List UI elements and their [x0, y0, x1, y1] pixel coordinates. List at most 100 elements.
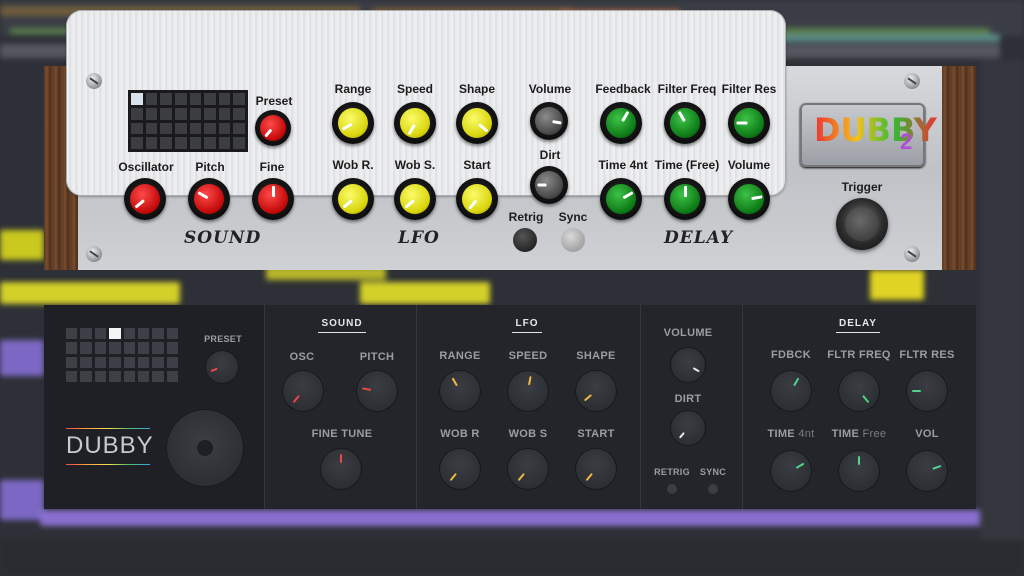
preset-cell[interactable] — [189, 107, 202, 120]
preset-cell[interactable] — [152, 356, 164, 368]
preset-cell[interactable] — [152, 342, 164, 354]
preset-cell[interactable] — [218, 137, 231, 149]
preset-cell[interactable] — [160, 137, 172, 149]
vol-knob-flat[interactable] — [906, 450, 948, 492]
start-knob[interactable] — [456, 178, 498, 220]
preset-cell[interactable] — [109, 342, 121, 354]
pitch-knob[interactable] — [188, 178, 230, 220]
preset-cell[interactable] — [66, 356, 78, 368]
preset-grid-flat[interactable] — [66, 328, 178, 382]
preset-cell[interactable] — [80, 370, 92, 382]
preset-cell[interactable] — [174, 93, 187, 105]
preset-cell[interactable] — [123, 356, 135, 368]
osc-knob[interactable] — [282, 370, 324, 412]
volume-knob[interactable] — [530, 102, 568, 140]
preset-cell[interactable] — [166, 370, 178, 382]
preset-cell[interactable] — [204, 93, 216, 105]
preset-cell[interactable] — [189, 122, 202, 135]
preset-cell[interactable] — [94, 370, 107, 382]
preset-cell[interactable] — [145, 122, 158, 135]
sync-toggle-flat[interactable] — [708, 484, 718, 494]
fine-knob[interactable] — [252, 178, 294, 220]
preset-cell[interactable] — [233, 93, 245, 105]
time-free-knob[interactable] — [664, 178, 706, 220]
preset-cell[interactable] — [233, 137, 245, 149]
preset-cell[interactable] — [80, 328, 92, 340]
preset-cell[interactable] — [80, 342, 92, 354]
delay-volume-knob[interactable] — [728, 178, 770, 220]
preset-cell[interactable] — [160, 122, 172, 135]
preset-cell[interactable] — [123, 342, 135, 354]
wob-s-knob-flat[interactable] — [507, 448, 549, 490]
preset-cell[interactable] — [233, 107, 245, 120]
preset-cell[interactable] — [109, 328, 121, 340]
shape-knob[interactable] — [456, 102, 498, 144]
preset-cell[interactable] — [152, 370, 164, 382]
time-free-knob-flat[interactable] — [838, 450, 880, 492]
trigger-pad-flat[interactable] — [166, 409, 244, 487]
preset-cell[interactable] — [174, 137, 187, 149]
fdbck-knob[interactable] — [770, 370, 812, 412]
pitch-knob-flat[interactable] — [356, 370, 398, 412]
preset-knob[interactable] — [255, 110, 291, 146]
preset-cell[interactable] — [189, 137, 202, 149]
preset-cell[interactable] — [160, 107, 172, 120]
volume-knob-flat[interactable] — [670, 347, 706, 383]
preset-cell[interactable] — [204, 122, 216, 135]
oscillator-knob[interactable] — [124, 178, 166, 220]
preset-cell[interactable] — [218, 93, 231, 105]
preset-cell[interactable] — [218, 107, 231, 120]
wob-s-knob[interactable] — [394, 178, 436, 220]
preset-cell[interactable] — [137, 356, 150, 368]
preset-cell[interactable] — [174, 122, 187, 135]
preset-cell[interactable] — [123, 370, 135, 382]
preset-cell[interactable] — [233, 122, 245, 135]
fltr-res-knob[interactable] — [906, 370, 948, 412]
time-4nt-knob-flat[interactable] — [770, 450, 812, 492]
fine-tune-knob[interactable] — [320, 448, 362, 490]
preset-cell[interactable] — [174, 107, 187, 120]
preset-cell[interactable] — [131, 107, 143, 120]
preset-cell[interactable] — [166, 342, 178, 354]
preset-cell[interactable] — [123, 328, 135, 340]
speed-knob-flat[interactable] — [507, 370, 549, 412]
start-knob-flat[interactable] — [575, 448, 617, 490]
preset-cell[interactable] — [160, 93, 172, 105]
filter-res-knob[interactable] — [728, 102, 770, 144]
preset-cell[interactable] — [131, 122, 143, 135]
preset-cell[interactable] — [152, 328, 164, 340]
preset-knob-flat[interactable] — [205, 350, 239, 384]
retrig-button[interactable] — [513, 228, 537, 252]
sync-button[interactable] — [561, 228, 585, 252]
preset-cell[interactable] — [131, 93, 143, 105]
preset-cell[interactable] — [204, 107, 216, 120]
preset-cell[interactable] — [66, 370, 78, 382]
range-knob-flat[interactable] — [439, 370, 481, 412]
preset-cell[interactable] — [137, 370, 150, 382]
feedback-knob[interactable] — [600, 102, 642, 144]
preset-cell[interactable] — [218, 122, 231, 135]
retrig-toggle-flat[interactable] — [667, 484, 677, 494]
preset-cell[interactable] — [94, 356, 107, 368]
preset-cell[interactable] — [145, 107, 158, 120]
preset-cell[interactable] — [109, 370, 121, 382]
trigger-button[interactable] — [836, 198, 888, 250]
fltr-freq-knob[interactable] — [838, 370, 880, 412]
preset-cell[interactable] — [166, 356, 178, 368]
preset-cell[interactable] — [66, 342, 78, 354]
preset-cell[interactable] — [109, 356, 121, 368]
preset-grid[interactable] — [128, 90, 248, 152]
preset-cell[interactable] — [137, 342, 150, 354]
time-4nt-knob[interactable] — [600, 178, 642, 220]
wob-r-knob-flat[interactable] — [439, 448, 481, 490]
preset-cell[interactable] — [166, 328, 178, 340]
dirt-knob-flat[interactable] — [670, 410, 706, 446]
range-knob[interactable] — [332, 102, 374, 144]
preset-cell[interactable] — [145, 137, 158, 149]
shape-knob-flat[interactable] — [575, 370, 617, 412]
preset-cell[interactable] — [94, 328, 107, 340]
preset-cell[interactable] — [204, 137, 216, 149]
preset-cell[interactable] — [189, 93, 202, 105]
speed-knob[interactable] — [394, 102, 436, 144]
preset-cell[interactable] — [94, 342, 107, 354]
